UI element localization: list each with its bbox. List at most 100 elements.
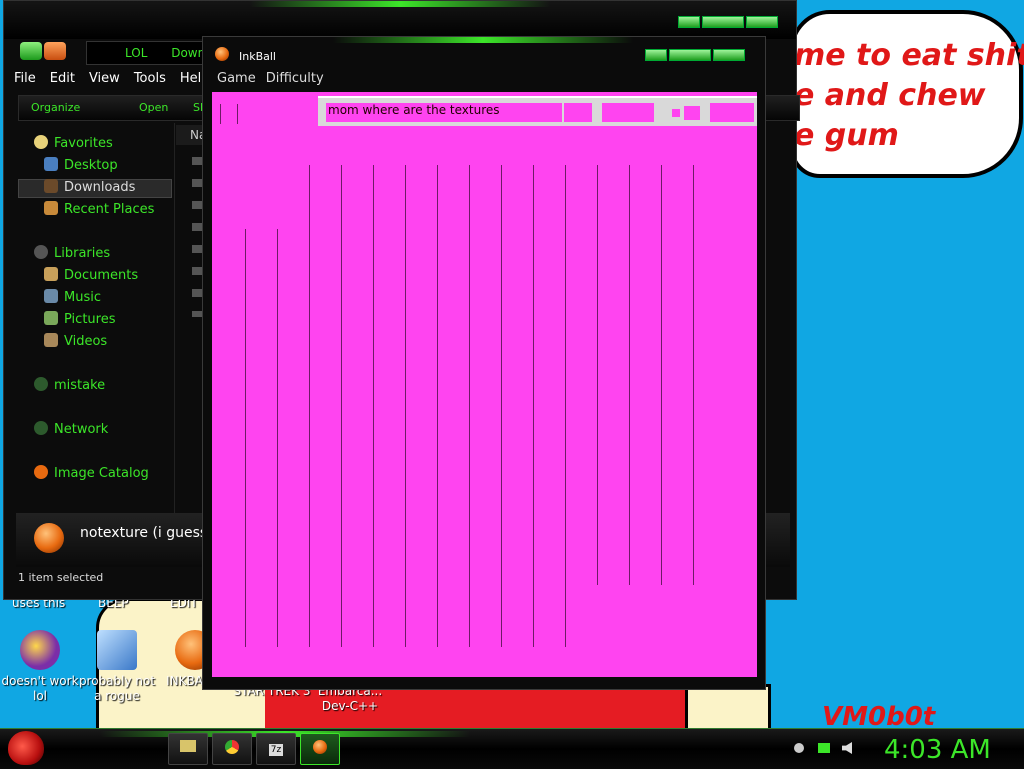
taskbar-explorer-button[interactable] [168, 733, 208, 765]
chevron-icon[interactable] [794, 743, 804, 753]
hud-segment [564, 103, 592, 122]
forward-arrow-icon[interactable] [44, 42, 66, 60]
nav-downloads[interactable]: Downloads [44, 179, 135, 195]
homegroup-icon [34, 377, 48, 391]
board-line [469, 165, 470, 647]
maximize-button[interactable] [702, 16, 744, 28]
open-button[interactable]: Open [139, 101, 168, 114]
window-title: InkBall [239, 50, 276, 63]
desktop-icon-control-panel[interactable]: probably not a rogue [77, 630, 157, 704]
inkball-icon [34, 523, 64, 553]
nav-divider [174, 123, 175, 513]
taskbar-7zip-button[interactable]: 7z [256, 733, 296, 765]
nav-label: Downloads [64, 180, 136, 195]
nav-desktop[interactable]: Desktop [44, 157, 118, 173]
speech-bubble: me to eat shit e and chew e gum [790, 10, 1024, 178]
board-line [309, 165, 310, 647]
nav-recent-places[interactable]: Recent Places [44, 201, 154, 217]
desktop-icon-label: doesn't work lol [1, 674, 79, 703]
menu-difficulty[interactable]: Difficulty [266, 71, 324, 86]
7zip-icon: 7z [268, 744, 284, 756]
board-line [277, 229, 278, 647]
bubble-line-1: me to eat shit [794, 38, 1024, 73]
board-line [565, 165, 566, 647]
menu-file[interactable]: File [14, 71, 36, 86]
hud-segment [684, 106, 700, 120]
nav-label: mistake [54, 378, 106, 393]
nav-label: Pictures [64, 312, 116, 327]
board-line [501, 165, 502, 647]
recent-places-icon [44, 201, 58, 215]
minimize-button[interactable] [645, 49, 667, 61]
folder-icon [180, 740, 196, 752]
desktop-icon [44, 157, 58, 171]
nav-pictures[interactable]: Pictures [44, 311, 115, 327]
menu-edit[interactable]: Edit [50, 71, 75, 86]
nav-favorites[interactable]: Favorites [34, 135, 113, 151]
board-line [437, 165, 438, 647]
hud-segment [710, 103, 754, 122]
desktop-icon-yahoo[interactable]: doesn't work lol [0, 630, 80, 704]
game-board[interactable]: mom where are the textures [212, 92, 757, 677]
board-line [341, 165, 342, 647]
organize-button[interactable]: Organize [31, 101, 80, 114]
videos-icon [44, 333, 58, 347]
inkball-menubar: Game Difficulty [217, 71, 334, 86]
network-icon[interactable] [818, 743, 830, 753]
nav-documents[interactable]: Documents [44, 267, 138, 283]
image-catalog-icon [34, 465, 48, 479]
nav-videos[interactable]: Videos [44, 333, 107, 349]
board-line [693, 165, 694, 585]
board-line [373, 165, 374, 647]
nav-libraries[interactable]: Libraries [34, 245, 110, 261]
nav-mistake[interactable]: mistake [34, 377, 105, 393]
inkball-window[interactable]: InkBall Game Difficulty mom where are the [202, 36, 766, 690]
board-line [629, 165, 630, 585]
music-icon [44, 289, 58, 303]
nav-label: Favorites [54, 136, 113, 151]
menu-game[interactable]: Game [217, 71, 256, 86]
titlebar-glow [250, 1, 550, 7]
volume-icon[interactable] [842, 742, 852, 754]
menu-tools[interactable]: Tools [134, 71, 166, 86]
board-line [245, 229, 246, 647]
hud-segment [602, 103, 654, 122]
breadcrumb-item[interactable]: Down [171, 46, 205, 60]
nav-label: Documents [64, 268, 139, 283]
chrome-icon [225, 740, 239, 754]
hud-segment [672, 109, 680, 117]
nav-label: Image Catalog [54, 466, 149, 481]
bubble-line-2: e and chew [794, 78, 986, 113]
close-button[interactable] [746, 16, 778, 28]
score-bar: mom where are the textures [318, 96, 757, 126]
status-bar-text: 1 item selected [18, 571, 104, 584]
board-line [661, 165, 662, 585]
explorer-menubar: File Edit View Tools Hel [14, 71, 215, 91]
nav-label: Network [54, 422, 109, 437]
menu-view[interactable]: View [89, 71, 120, 86]
taskbar-inkball-button[interactable] [300, 733, 340, 765]
clock[interactable]: 4:03 AM [884, 735, 991, 765]
network-icon [34, 421, 48, 435]
minimize-button[interactable] [678, 16, 700, 28]
start-button-angry-bird-icon[interactable] [8, 731, 44, 765]
close-button[interactable] [713, 49, 745, 61]
nav-label: Libraries [54, 246, 111, 261]
yahoo-messenger-icon [20, 630, 60, 670]
nav-image-catalog[interactable]: Image Catalog [34, 465, 149, 481]
maximize-button[interactable] [669, 49, 711, 61]
nav-label: Videos [64, 334, 108, 349]
inkball-icon [313, 740, 327, 754]
back-arrow-icon[interactable] [20, 42, 42, 60]
address-bar[interactable]: LOL Down [86, 41, 208, 65]
pictures-icon [44, 311, 58, 325]
explorer-titlebar [4, 1, 796, 39]
nav-music[interactable]: Music [44, 289, 101, 305]
menu-help[interactable]: Hel [180, 71, 201, 86]
nav-network[interactable]: Network [34, 421, 108, 437]
breadcrumb-item[interactable]: LOL [125, 46, 147, 60]
taskbar-chrome-button[interactable] [212, 733, 252, 765]
star-icon [34, 135, 48, 149]
nav-label: Desktop [64, 158, 118, 173]
taskbar: 7z 4:03 AM [0, 728, 1024, 769]
